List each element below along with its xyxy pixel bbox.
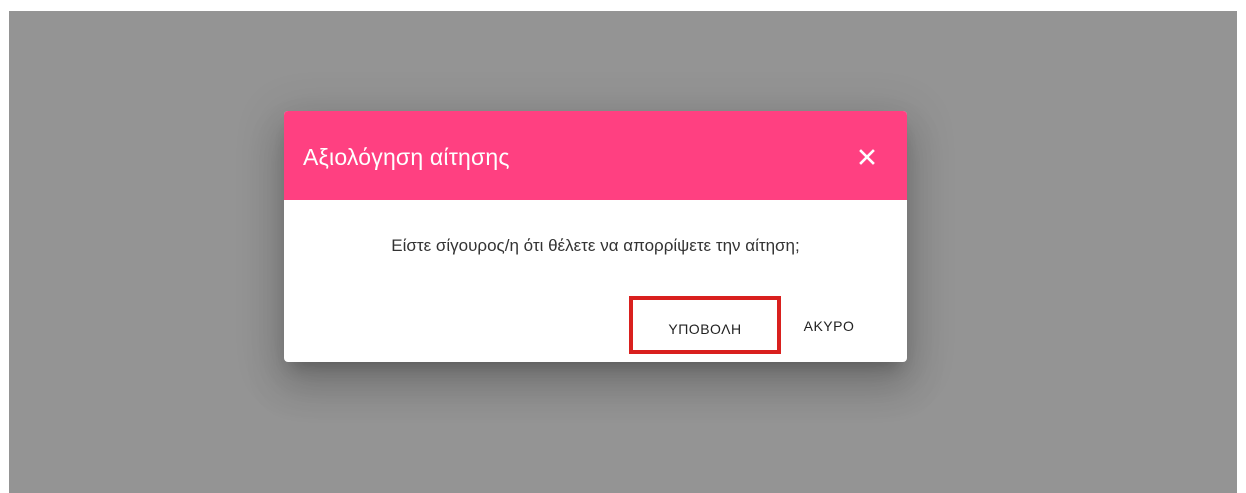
cancel-button[interactable]: ΑΚΥΡΟ <box>792 311 866 341</box>
submit-button[interactable]: ΥΠΟΒΟΛΗ <box>629 296 781 354</box>
close-icon[interactable] <box>854 144 880 170</box>
dialog-title: Αξιολόγηση αίτησης <box>303 144 510 170</box>
dialog-header: Αξιολόγηση αίτησης <box>284 111 907 200</box>
dialog-message: Είστε σίγουρος/η ότι θέλετε να απορρίψετ… <box>391 236 800 255</box>
evaluation-dialog: Αξιολόγηση αίτησης Είστε σίγουρος/η ότι … <box>284 111 907 362</box>
